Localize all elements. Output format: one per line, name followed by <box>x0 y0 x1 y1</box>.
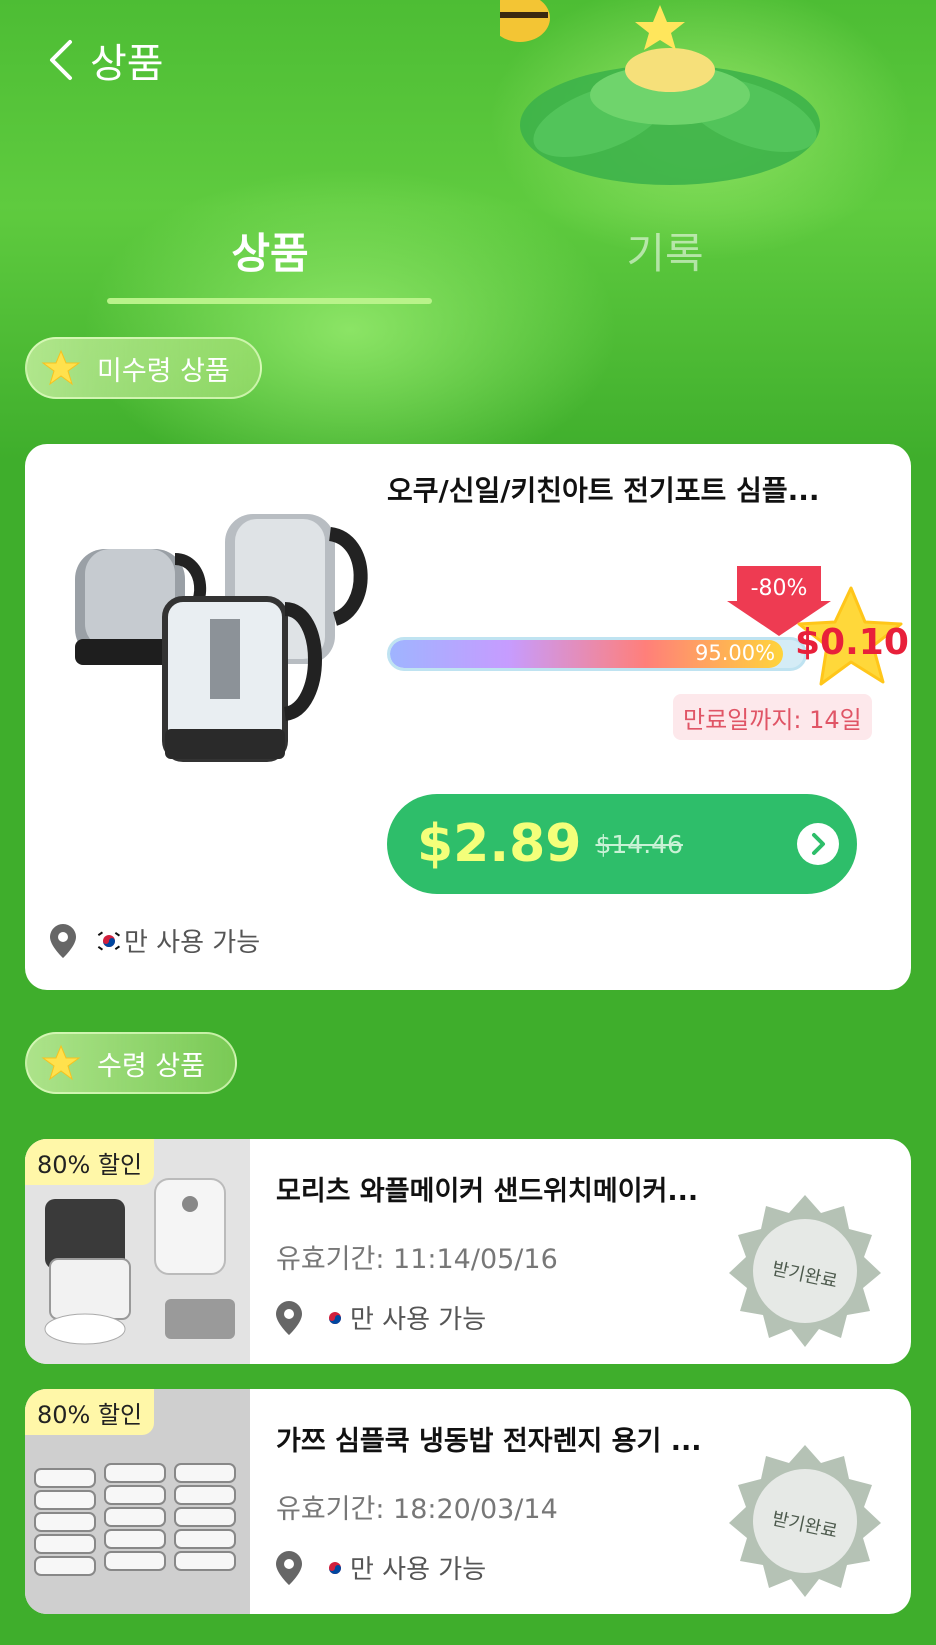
purchase-button[interactable]: $2.89 $14.46 <box>387 794 857 894</box>
star-icon <box>41 349 81 386</box>
location-pin-icon <box>50 923 76 958</box>
section-claimed: 수령 상품 <box>25 1032 237 1094</box>
korea-flag-icon <box>322 1556 348 1579</box>
korea-flag-icon <box>96 929 122 952</box>
back-icon[interactable] <box>40 35 80 85</box>
product-image <box>75 514 368 762</box>
reward-price: $0.10 <box>795 622 909 663</box>
discount-badge: 80% 할인 <box>25 1389 155 1435</box>
product-name: 오쿠/신일/키친아트 전기포트 심플... <box>387 474 820 507</box>
location-row: 만 사용 가능 <box>50 922 260 959</box>
active-tab-indicator <box>107 298 432 304</box>
star-icon <box>41 1044 81 1081</box>
location-row: 만 사용 가능 <box>276 1549 486 1586</box>
chevron-right-icon <box>797 823 839 865</box>
product-thumbnail: 80% 할인 <box>25 1139 250 1364</box>
location-label: 만 사용 가능 <box>124 928 261 958</box>
progress-percent: 95.00% <box>695 641 776 665</box>
tab-bar: 상품 기록 <box>0 220 936 310</box>
location-row: 만 사용 가능 <box>276 1299 486 1336</box>
korea-flag-icon <box>322 1306 348 1329</box>
tab-products[interactable]: 상품 <box>110 220 430 281</box>
page-title: 상품 <box>90 41 164 87</box>
location-pin-icon <box>276 1550 302 1585</box>
section-label: 수령 상품 <box>97 1050 205 1082</box>
unclaimed-product-card[interactable]: 오쿠/신일/키친아트 전기포트 심플... -80% 95.00% $0.10 … <box>25 444 911 990</box>
discount-badge: 80% 할인 <box>25 1139 155 1185</box>
item-name: 모리츠 와플메이커 샌드위치메이커... <box>276 1176 699 1207</box>
product-thumbnail: 80% 할인 <box>25 1389 250 1614</box>
validity-period: 유효기간: 11:14/05/16 <box>276 1244 558 1275</box>
claimed-item-card[interactable]: 80% 할인 모리츠 와플메이커 샌드위치메이커... 유효기간: 11:14/… <box>25 1139 911 1364</box>
location-pin-icon <box>276 1300 302 1335</box>
section-label: 미수령 상품 <box>97 355 230 387</box>
validity-period: 유효기간: 18:20/03/14 <box>276 1494 558 1525</box>
flower-decoration <box>500 0 820 185</box>
item-name: 가쯔 심플쿡 냉동밥 전자렌지 용기 ... <box>276 1426 702 1457</box>
current-price: $2.89 <box>417 814 582 874</box>
claimed-item-card[interactable]: 80% 할인 가쯔 심플쿡 냉동밥 전자렌지 용기 ... 유효기간: 18:2… <box>25 1389 911 1614</box>
expiry-badge: 만료일까지: 14일 <box>673 694 872 740</box>
tab-history[interactable]: 기록 <box>505 220 825 281</box>
location-label: 만 사용 가능 <box>350 1305 487 1335</box>
section-unclaimed: 미수령 상품 <box>25 337 262 399</box>
location-label: 만 사용 가능 <box>350 1555 487 1585</box>
top-bar: 상품 <box>40 30 164 90</box>
original-price: $14.46 <box>595 829 683 859</box>
